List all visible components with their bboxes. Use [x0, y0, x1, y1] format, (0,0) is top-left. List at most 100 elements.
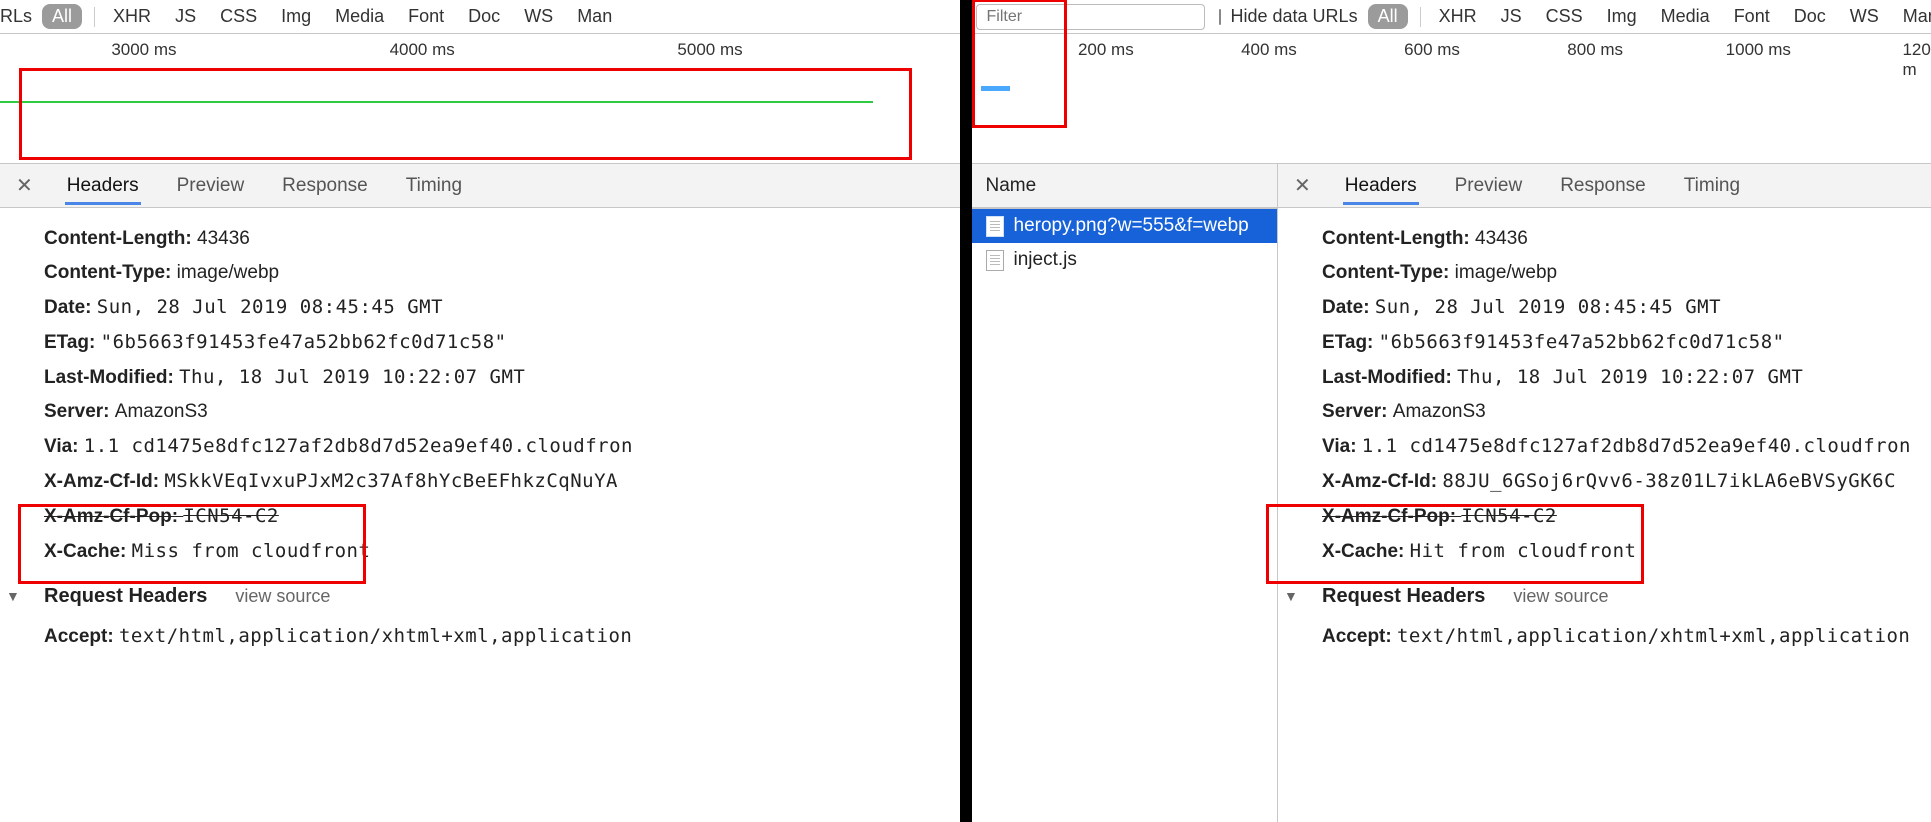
header-key: ETag:	[44, 332, 101, 353]
filter-type-doc[interactable]: Doc	[462, 4, 506, 29]
filter-type-img[interactable]: Img	[275, 4, 317, 29]
filter-type-all[interactable]: All	[1368, 4, 1408, 29]
filter-type-font[interactable]: Font	[402, 4, 450, 29]
tab-timing[interactable]: Timing	[1682, 167, 1742, 205]
network-timeline[interactable]: 200 ms 400 ms 600 ms 800 ms 1000 ms 1200…	[972, 34, 1931, 164]
filter-type-js[interactable]: JS	[1495, 4, 1528, 29]
header-key: X-Amz-Cf-Id:	[44, 471, 164, 492]
header-value: image/webp	[1455, 262, 1557, 283]
timeline-tick: 800 ms	[1567, 40, 1623, 60]
close-icon[interactable]: ✕	[10, 173, 39, 198]
filter-type-css[interactable]: CSS	[1540, 4, 1589, 29]
filter-type-css[interactable]: CSS	[214, 4, 263, 29]
tab-preview[interactable]: Preview	[175, 167, 247, 205]
hide-data-urls-label: Hide data URLs	[1231, 6, 1358, 27]
header-key: Content-Type:	[1322, 262, 1455, 283]
pane-divider	[960, 0, 972, 822]
header-row: Last-Modified: Thu, 18 Jul 2019 10:22:07…	[1322, 360, 1911, 395]
filter-type-man[interactable]: Man	[1897, 4, 1931, 29]
header-key: Server:	[44, 401, 115, 422]
header-key: X-Cache:	[1322, 541, 1410, 562]
header-value: 1.1 cd1475e8dfc127af2db8d7d52ea9ef40.clo…	[1362, 435, 1911, 457]
details-tabs: ✕ Headers Preview Response Timing	[1278, 164, 1931, 208]
close-icon[interactable]: ✕	[1288, 173, 1317, 198]
filter-bar: Hide data URLs All XHR JS CSS Img Media Font Do…	[972, 0, 1931, 34]
header-key: Via:	[44, 436, 84, 457]
file-icon	[986, 216, 1004, 237]
header-value: 88JU_6GSoj6rQvv6-38z01L7ikLA6eBVSyGK6C	[1442, 470, 1896, 492]
filter-type-media[interactable]: Media	[1655, 4, 1716, 29]
header-row: ETag: "6b5663f91453fe47a52bb62fc0d71c58"	[1322, 325, 1911, 360]
header-row: Content-Type: image/webp	[44, 256, 940, 290]
header-row: Content-Type: image/webp	[1322, 256, 1911, 290]
timeline-bar	[0, 101, 873, 103]
request-row[interactable]: heropy.png?w=555&f=webp	[972, 209, 1278, 243]
request-headers-title: Request Headers	[1322, 579, 1485, 613]
request-headers-title: Request Headers	[44, 579, 207, 613]
collapse-icon[interactable]: ▼	[6, 579, 20, 613]
filter-type-media[interactable]: Media	[329, 4, 390, 29]
request-name: heropy.png?w=555&f=webp	[1014, 215, 1249, 237]
tab-headers[interactable]: Headers	[65, 167, 141, 205]
timeline-tick: 3000 ms	[111, 40, 176, 60]
header-key: Server:	[1322, 401, 1393, 422]
header-value: 43436	[197, 228, 250, 249]
file-icon	[986, 250, 1004, 271]
request-row[interactable]: inject.js	[972, 243, 1278, 277]
filter-type-all[interactable]: All	[42, 4, 82, 29]
header-row: Via: 1.1 cd1475e8dfc127af2db8d7d52ea9ef4…	[1322, 429, 1911, 464]
right-pane: Hide data URLs All XHR JS CSS Img Media Font Do…	[972, 0, 1931, 822]
tab-response[interactable]: Response	[280, 167, 370, 205]
header-row: Date: Sun, 28 Jul 2019 08:45:45 GMT	[1322, 290, 1911, 325]
header-key: Content-Length:	[44, 228, 197, 249]
timeline-bar	[981, 86, 1010, 91]
header-key: X-Amz-Cf-Id:	[1322, 471, 1442, 492]
tab-preview[interactable]: Preview	[1453, 167, 1525, 205]
filter-type-img[interactable]: Img	[1601, 4, 1643, 29]
name-column-label[interactable]: Name	[986, 175, 1037, 197]
header-key: Accept:	[44, 626, 114, 647]
filter-type-separator	[94, 7, 95, 27]
header-row: Content-Length: 43436	[44, 222, 940, 256]
request-list: Name heropy.png?w=555&f=webp inject.js	[972, 164, 1279, 822]
filter-type-js[interactable]: JS	[169, 4, 202, 29]
filter-type-xhr[interactable]: XHR	[107, 4, 157, 29]
filter-type-font[interactable]: Font	[1728, 4, 1776, 29]
timeline-tick: 400 ms	[1241, 40, 1297, 60]
collapse-icon[interactable]: ▼	[1284, 579, 1298, 613]
header-key: X-Cache:	[44, 541, 132, 562]
filter-input[interactable]	[976, 4, 1205, 30]
header-key: X-Amz-Cf-Pop:	[44, 506, 183, 527]
filter-type-ws[interactable]: WS	[518, 4, 559, 29]
tab-timing[interactable]: Timing	[404, 167, 464, 205]
filter-type-doc[interactable]: Doc	[1788, 4, 1832, 29]
header-row: Content-Length: 43436	[1322, 222, 1911, 256]
header-value: "6b5663f91453fe47a52bb62fc0d71c58"	[1379, 331, 1785, 353]
hide-data-urls-checkbox[interactable]	[1219, 9, 1221, 25]
header-key: Date:	[1322, 297, 1375, 318]
tab-headers[interactable]: Headers	[1343, 167, 1419, 205]
timeline-tick: 4000 ms	[390, 40, 455, 60]
left-pane: a URLs AllXHRJSCSSImgMediaFontDocWSMan 3…	[0, 0, 960, 822]
details-tabs: ✕ Headers Preview Response Timing	[0, 164, 960, 208]
tab-response[interactable]: Response	[1558, 167, 1648, 205]
header-key: Via:	[1322, 436, 1362, 457]
view-source-link[interactable]: view source	[1513, 579, 1608, 613]
view-source-link[interactable]: view source	[235, 579, 330, 613]
header-key: Accept:	[1322, 626, 1392, 647]
timeline-tick: 1200 m	[1902, 40, 1931, 80]
header-value: Sun, 28 Jul 2019 08:45:45 GMT	[97, 296, 443, 318]
filter-bar: a URLs AllXHRJSCSSImgMediaFontDocWSMan	[0, 0, 960, 34]
header-key: Content-Type:	[44, 262, 177, 283]
timeline-tick: 1000 ms	[1726, 40, 1791, 60]
timeline-tick: 200 ms	[1078, 40, 1134, 60]
network-timeline[interactable]: 3000 ms 4000 ms 5000 ms	[0, 34, 960, 164]
header-row: Via: 1.1 cd1475e8dfc127af2db8d7d52ea9ef4…	[44, 429, 940, 464]
filter-type-ws[interactable]: WS	[1844, 4, 1885, 29]
header-key: X-Amz-Cf-Pop:	[1322, 506, 1461, 527]
filter-type-xhr[interactable]: XHR	[1433, 4, 1483, 29]
filter-type-man[interactable]: Man	[571, 4, 618, 29]
header-row: Last-Modified: Thu, 18 Jul 2019 10:22:07…	[44, 360, 940, 395]
name-column-header: Name	[972, 164, 1278, 208]
header-value: Miss from cloudfront	[132, 540, 371, 562]
